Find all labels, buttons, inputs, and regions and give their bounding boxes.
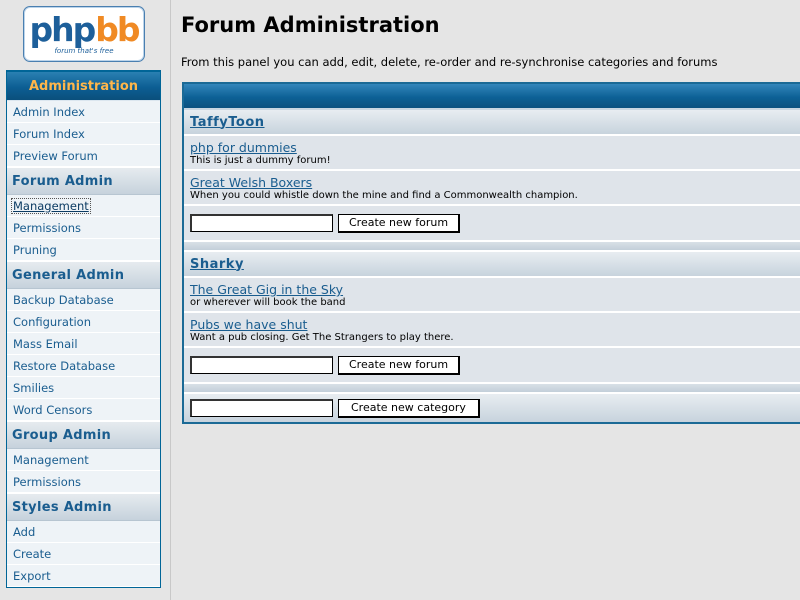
left-panel: php bb forum that's free Administration A… — [0, 0, 171, 600]
category-row: Sharky — [184, 252, 800, 278]
page-title: Forum Administration — [181, 13, 440, 37]
new-forum-name-input[interactable] — [190, 214, 333, 232]
nav-item-forum-management[interactable]: Management — [7, 195, 160, 217]
table-header — [184, 84, 800, 110]
forum-row: php for dummies This is just a dummy for… — [184, 136, 800, 171]
forum-table: TaffyToon php for dummies This is just a… — [182, 82, 800, 424]
category-link[interactable]: Sharky — [190, 257, 244, 272]
forum-description: This is just a dummy forum! — [190, 155, 331, 166]
main-panel: Forum Administration From this panel you… — [181, 0, 800, 600]
nav-section-styles-admin: Styles Admin — [7, 493, 160, 521]
nav-item-admin-index[interactable]: Admin Index — [7, 101, 160, 123]
nav-section-forum-admin: Forum Admin — [7, 167, 160, 195]
nav-item-preview-forum[interactable]: Preview Forum — [7, 145, 160, 167]
nav-item-styles-create[interactable]: Create — [7, 543, 160, 565]
create-category-button[interactable]: Create new category — [338, 398, 480, 418]
admin-nav: Administration Admin Index Forum Index P… — [6, 70, 161, 588]
phpbb-logo[interactable]: php bb forum that's free — [23, 6, 145, 62]
nav-section-group-admin: Group Admin — [7, 421, 160, 449]
nav-item-styles-export[interactable]: Export — [7, 565, 160, 587]
forum-description: When you could whistle down the mine and… — [190, 190, 578, 201]
nav-item-configuration[interactable]: Configuration — [7, 311, 160, 333]
nav-item-word-censors[interactable]: Word Censors — [7, 399, 160, 421]
nav-item-styles-add[interactable]: Add — [7, 521, 160, 543]
nav-item-group-permissions[interactable]: Permissions — [7, 471, 160, 493]
logo-tagline: forum that's free — [54, 47, 114, 55]
page-intro: From this panel you can add, edit, delet… — [181, 55, 718, 69]
nav-item-mass-email[interactable]: Mass Email — [7, 333, 160, 355]
logo-php: php — [29, 10, 97, 49]
new-category-name-input[interactable] — [190, 399, 333, 417]
nav-item-pruning[interactable]: Pruning — [7, 239, 160, 261]
nav-section-general-admin: General Admin — [7, 261, 160, 289]
forum-row: Pubs we have shut Want a pub closing. Ge… — [184, 313, 800, 348]
forum-link[interactable]: Great Welsh Boxers — [190, 176, 800, 190]
create-forum-button[interactable]: Create new forum — [338, 213, 461, 233]
nav-item-restore-database[interactable]: Restore Database — [7, 355, 160, 377]
row-spacer — [184, 242, 800, 252]
add-category-row: Create new category — [184, 394, 800, 422]
forum-description: or wherever will book the band — [190, 297, 346, 308]
forum-link[interactable]: php for dummies — [190, 141, 800, 155]
nav-item-backup-database[interactable]: Backup Database — [7, 289, 160, 311]
row-spacer — [184, 384, 800, 394]
add-forum-row: Create new forum — [184, 206, 800, 242]
category-link[interactable]: TaffyToon — [190, 115, 265, 130]
create-forum-button[interactable]: Create new forum — [338, 355, 461, 375]
nav-item-forum-index[interactable]: Forum Index — [7, 123, 160, 145]
category-row: TaffyToon — [184, 110, 800, 136]
nav-item-forum-permissions[interactable]: Permissions — [7, 217, 160, 239]
nav-item-group-management[interactable]: Management — [7, 449, 160, 471]
forum-link[interactable]: Pubs we have shut — [190, 318, 800, 332]
nav-item-smilies[interactable]: Smilies — [7, 377, 160, 399]
new-forum-name-input[interactable] — [190, 356, 333, 374]
logo-bb: bb — [95, 10, 140, 49]
forum-row: Great Welsh Boxers When you could whistl… — [184, 171, 800, 206]
add-forum-row: Create new forum — [184, 348, 800, 384]
forum-row: The Great Gig in the Sky or wherever wil… — [184, 278, 800, 313]
nav-title: Administration — [7, 72, 160, 101]
forum-link[interactable]: The Great Gig in the Sky — [190, 283, 800, 297]
logo-wordmark: php bb — [29, 10, 141, 49]
forum-description: Want a pub closing. Get The Strangers to… — [190, 332, 454, 343]
